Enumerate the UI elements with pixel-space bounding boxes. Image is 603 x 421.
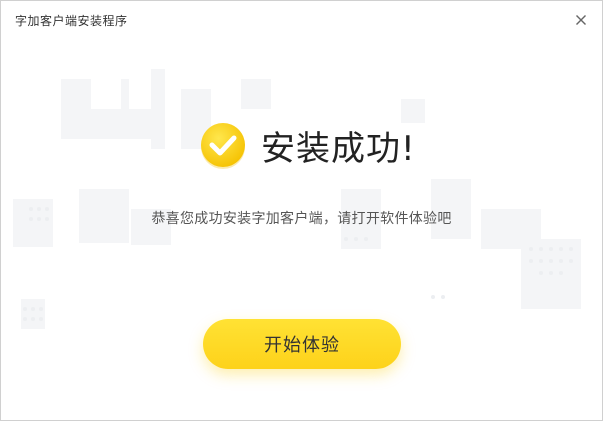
success-title: 安装成功! [261, 128, 416, 169]
success-header: 安装成功! [197, 117, 416, 173]
close-icon [576, 15, 586, 25]
window-title: 字加客户端安装程序 [15, 14, 128, 28]
close-button[interactable] [572, 11, 590, 29]
check-circle-icon [201, 123, 245, 169]
start-experience-button[interactable]: 开始体验 [203, 319, 401, 369]
installer-window: 字加客户端安装程序 安装成功! 恭喜您成功安装字加客户端，请打开软件体验吧 开始… [0, 0, 603, 421]
success-message: 恭喜您成功安装字加客户端，请打开软件体验吧 [151, 211, 452, 227]
title-bar: 字加客户端安装程序 [1, 1, 602, 39]
